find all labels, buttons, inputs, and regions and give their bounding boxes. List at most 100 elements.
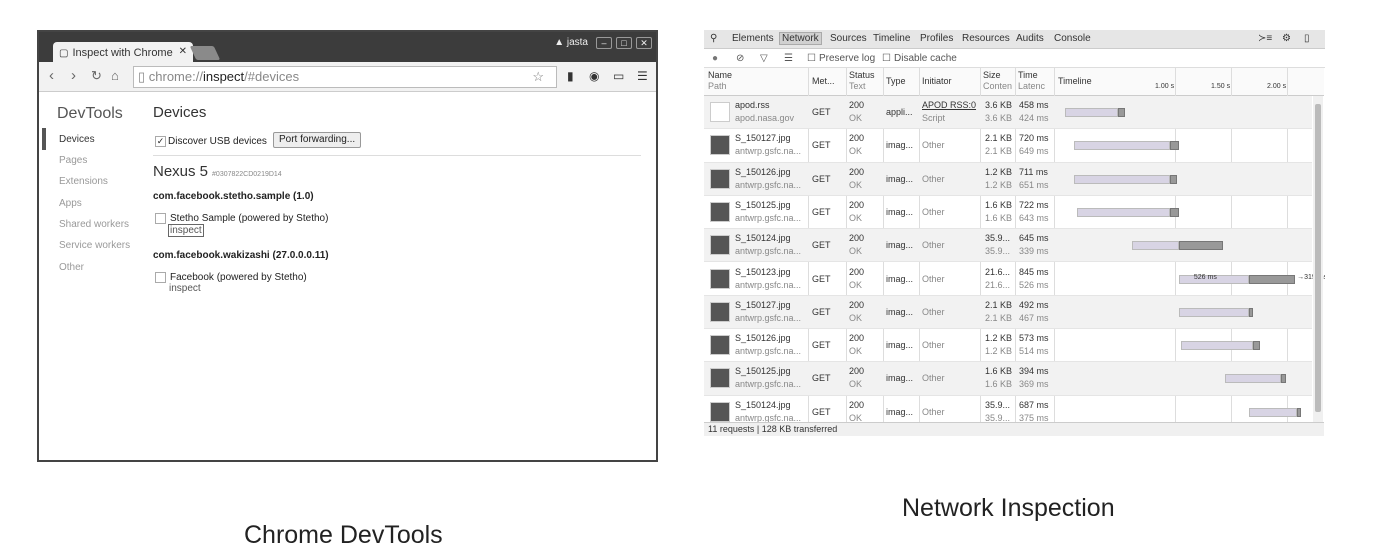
timeline-receiving-bar bbox=[1169, 174, 1177, 184]
timeline-receiving-bar bbox=[1248, 274, 1296, 284]
column-size[interactable]: Size Conten bbox=[983, 70, 1012, 92]
address-bar[interactable]: ▯ chrome://inspect/#devices ☆ bbox=[133, 66, 557, 88]
table-row[interactable]: S_150127.jpg antwrp.gsfc.na... GET 200 OK ima… bbox=[704, 295, 1312, 330]
user-badge[interactable]: ▲ jasta bbox=[554, 37, 588, 48]
app-checkbox[interactable] bbox=[155, 272, 166, 283]
request-latency: 467 ms bbox=[1019, 312, 1049, 323]
column-status[interactable]: Status Text bbox=[849, 70, 875, 92]
request-path: apod.nasa.gov bbox=[735, 113, 795, 123]
minimize-icon[interactable]: – bbox=[596, 37, 612, 49]
sidebar-item-other[interactable]: Other bbox=[59, 262, 84, 273]
request-name: apod.rss bbox=[735, 100, 770, 110]
request-time: 458 ms bbox=[1019, 100, 1049, 110]
filter-icon[interactable]: ▽ bbox=[760, 53, 768, 64]
table-row[interactable]: S_150125.jpg antwrp.gsfc.na... GET 200 OK ima… bbox=[704, 196, 1312, 230]
tab-console[interactable]: Console bbox=[1054, 33, 1091, 44]
sidebar-item-extensions[interactable]: Extensions bbox=[59, 176, 108, 187]
column-timeline[interactable]: Timeline bbox=[1058, 76, 1092, 87]
column-name[interactable]: Name Path bbox=[708, 70, 732, 92]
drawer-toggle-icon[interactable]: ≻≡ bbox=[1258, 33, 1272, 44]
request-size-cell: 35.9... 35.9... bbox=[985, 399, 1010, 425]
record-icon[interactable]: ● bbox=[712, 53, 718, 64]
table-row[interactable]: apod.rss apod.nasa.gov GET 200 OK appli... APO… bbox=[704, 96, 1312, 130]
forward-icon[interactable]: › bbox=[71, 67, 76, 84]
timeline-receiving-bar bbox=[1169, 141, 1179, 151]
timeline-tick: 1.00 s bbox=[1155, 83, 1175, 90]
column-time[interactable]: Time Latenc bbox=[1018, 70, 1045, 92]
request-content-size: 2.1 KB bbox=[985, 146, 1013, 157]
column-type[interactable]: Type bbox=[886, 76, 906, 87]
column-method[interactable]: Met... bbox=[812, 76, 835, 87]
preserve-log-checkbox[interactable]: ☐ bbox=[807, 53, 816, 64]
table-row[interactable]: S_150126.jpg antwrp.gsfc.na... GET 200 OK ima… bbox=[704, 162, 1312, 196]
glasses-icon[interactable]: ◉ bbox=[589, 69, 599, 83]
tab-audits[interactable]: Audits bbox=[1016, 33, 1044, 44]
request-time: 492 ms bbox=[1019, 299, 1049, 310]
sidebar-item-service-workers[interactable]: Service workers bbox=[59, 240, 130, 251]
search-icon[interactable]: ⚲ bbox=[710, 33, 717, 44]
new-tab-button[interactable] bbox=[189, 46, 221, 60]
request-initiator: Other bbox=[922, 140, 945, 151]
app-checkbox[interactable] bbox=[155, 213, 166, 224]
sidebar-item-pages[interactable]: Pages bbox=[59, 155, 87, 166]
request-name-cell: S_150124.jpg antwrp.gsfc.na... bbox=[735, 232, 801, 258]
request-size: 2.1 KB bbox=[985, 133, 1013, 144]
preserve-log-label: Preserve log bbox=[819, 53, 876, 64]
scrollbar[interactable] bbox=[1313, 96, 1323, 422]
table-row[interactable]: S_150125.jpg antwrp.gsfc.na... GET 200 OK ima… bbox=[704, 362, 1312, 396]
bookmark-star-icon[interactable]: ☆ bbox=[532, 67, 544, 87]
browser-tab[interactable]: ▢ Inspect with Chrome ✕ bbox=[53, 42, 193, 64]
inspect-link[interactable]: inspect bbox=[168, 224, 204, 237]
sidebar-item-shared-workers[interactable]: Shared workers bbox=[59, 219, 129, 230]
clear-icon[interactable]: ⊘ bbox=[736, 53, 744, 64]
maximize-icon[interactable]: □ bbox=[616, 37, 632, 49]
request-name: S_150125.jpg bbox=[735, 366, 791, 377]
request-initiator: Other bbox=[922, 306, 945, 317]
request-content-size: 2.1 KB bbox=[985, 312, 1013, 323]
reload-icon[interactable]: ↻ bbox=[91, 68, 102, 84]
tab-sources[interactable]: Sources bbox=[830, 33, 867, 44]
close-window-icon[interactable]: ✕ bbox=[636, 37, 652, 49]
tab-network[interactable]: Network bbox=[779, 32, 822, 45]
inspect-link[interactable]: inspect bbox=[169, 283, 201, 294]
request-method: GET bbox=[812, 107, 831, 117]
resource-thumbnail bbox=[710, 368, 730, 389]
column-initiator[interactable]: Initiator bbox=[922, 76, 952, 87]
request-name: S_150125.jpg bbox=[735, 199, 791, 210]
tab-resources[interactable]: Resources bbox=[962, 33, 1010, 44]
table-row[interactable]: S_150123.jpg antwrp.gsfc.na... GET 200 OK ima… bbox=[704, 263, 1325, 296]
gear-icon[interactable]: ⚙ bbox=[1282, 33, 1291, 44]
sidebar-item-apps[interactable]: Apps bbox=[59, 198, 82, 209]
request-status-cell: 200 OK bbox=[849, 365, 864, 391]
request-time-cell: 394 ms 369 ms bbox=[1019, 365, 1049, 391]
table-row[interactable]: S_150127.jpg antwrp.gsfc.na... GET 200 OK ima… bbox=[704, 129, 1312, 163]
discover-usb-checkbox[interactable]: ✓ bbox=[155, 136, 166, 147]
request-type: imag... bbox=[886, 140, 914, 151]
extension-icon[interactable]: ▮ bbox=[567, 69, 574, 83]
page-icon: ▯ bbox=[138, 69, 149, 84]
home-icon[interactable]: ⌂ bbox=[111, 68, 119, 83]
tab-timeline[interactable]: Timeline bbox=[873, 33, 910, 44]
request-type: imag... bbox=[886, 373, 914, 384]
dock-icon[interactable]: ▯ bbox=[1304, 33, 1310, 44]
sidebar-item-devices[interactable]: Devices bbox=[59, 134, 95, 145]
menu-icon[interactable]: ☰ bbox=[637, 69, 648, 83]
disable-cache-checkbox[interactable]: ☐ bbox=[882, 53, 891, 64]
tab-title: Inspect with Chrome bbox=[72, 47, 173, 59]
close-tab-icon[interactable]: ✕ bbox=[179, 46, 187, 57]
back-icon[interactable]: ‹ bbox=[49, 67, 54, 84]
scrollbar-thumb[interactable] bbox=[1315, 104, 1321, 412]
tab-profiles[interactable]: Profiles bbox=[920, 33, 953, 44]
table-row[interactable]: S_150126.jpg antwrp.gsfc.na... GET 200 OK ima… bbox=[704, 329, 1312, 363]
column-time-label: Time bbox=[1018, 70, 1038, 80]
list-view-icon[interactable]: ☰ bbox=[784, 53, 793, 64]
request-content-size: 1.2 KB bbox=[985, 346, 1013, 357]
port-forwarding-button[interactable]: Port forwarding... bbox=[273, 132, 362, 148]
request-latency: 526 ms bbox=[1019, 279, 1049, 290]
tab-elements[interactable]: Elements bbox=[732, 33, 774, 44]
cast-icon[interactable]: ▭ bbox=[613, 69, 624, 83]
timeline-receiving-bar bbox=[1253, 341, 1261, 351]
request-initiator-link[interactable]: APOD RSS:0 bbox=[922, 100, 976, 110]
table-row[interactable]: S_150124.jpg antwrp.gsfc.na... GET 200 OK ima… bbox=[704, 229, 1312, 263]
request-name-cell: apod.rss apod.nasa.gov bbox=[735, 99, 794, 125]
